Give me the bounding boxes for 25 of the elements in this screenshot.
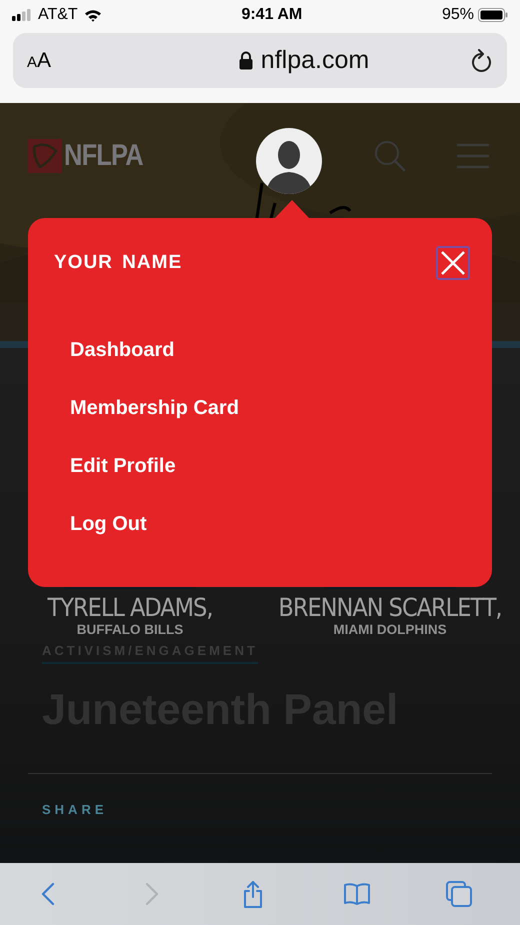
battery-icon (478, 8, 508, 22)
reload-icon[interactable] (471, 48, 493, 72)
bookmarks-icon[interactable] (343, 880, 371, 908)
share-label: SHARE (42, 802, 109, 817)
battery-percent: 95% (442, 6, 474, 24)
team-name: BUFFALO BILLS (76, 622, 184, 637)
menu-item[interactable]: Dashboard (70, 338, 174, 362)
text-size-button[interactable]: AA (27, 48, 177, 72)
team-name: MIAMI DOLPHINS (333, 622, 447, 637)
address-bar[interactable]: AA nflpa.com (13, 33, 507, 88)
player-name: TYRELL ADAMS, (48, 593, 212, 622)
site-logo[interactable]: NFLPA (28, 138, 228, 172)
wifi-icon (84, 8, 102, 22)
clock-time: 9:41 AM (241, 6, 302, 24)
carrier-label: AT&T (38, 6, 78, 24)
url-text: nflpa.com (260, 46, 370, 75)
signal-icon (12, 9, 32, 21)
menu-item[interactable]: Log Out (70, 512, 147, 536)
tabs-icon[interactable] (445, 880, 473, 908)
menu-item[interactable]: Membership Card (70, 396, 239, 420)
player-name: BRENNAN SCARLETT, (278, 593, 502, 622)
close-button[interactable] (436, 246, 470, 280)
user-name: YOUR NAME (54, 252, 182, 274)
menu-item[interactable]: Edit Profile (70, 454, 176, 478)
lock-icon (238, 51, 253, 70)
